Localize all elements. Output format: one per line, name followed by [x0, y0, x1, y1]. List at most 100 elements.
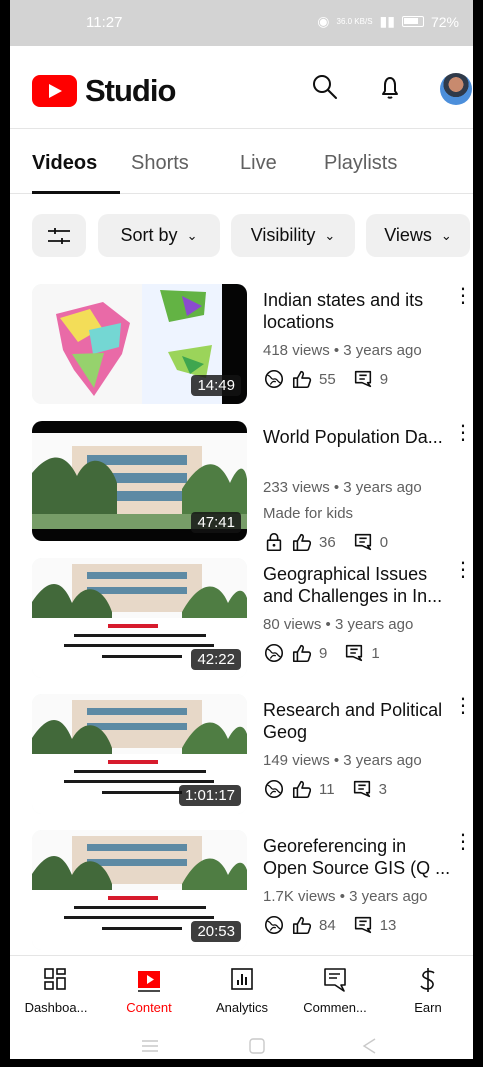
chevron-down-icon: ⌄ [440, 227, 452, 243]
like-count: 55 [319, 370, 336, 388]
analytics-icon [231, 968, 253, 990]
video-stats: 11 3 [263, 778, 387, 800]
visibility-chip[interactable]: Visibility ⌄ [231, 214, 355, 257]
video-meta: 418 views • 3 years ago [263, 342, 422, 359]
active-tab-indicator [32, 191, 120, 194]
video-duration: 1:01:17 [178, 785, 241, 806]
nav-analytics[interactable]: Analytics [196, 966, 288, 1015]
thumbs-up-icon [292, 644, 312, 663]
video-title[interactable]: Research and Political Geog [263, 699, 451, 743]
nav-content-label: Content [126, 1000, 172, 1015]
tab-shorts[interactable]: Shorts [131, 152, 189, 175]
recent-apps-icon[interactable] [138, 1034, 162, 1058]
video-duration: 42:22 [191, 649, 241, 670]
dollar-icon [420, 968, 435, 992]
comment-count: 0 [379, 533, 389, 551]
comment-count: 13 [379, 916, 397, 934]
views-label: Views [384, 225, 432, 245]
home-icon[interactable] [245, 1034, 269, 1058]
video-stats: 55 9 [263, 368, 388, 390]
status-time: 11:27 [86, 14, 123, 31]
system-navigation-bar [10, 1022, 473, 1059]
comment-count: 3 [378, 780, 387, 798]
nav-earn[interactable]: Earn [382, 966, 473, 1015]
network-speed: 36.0 KB/S [336, 16, 373, 26]
sliders-icon [48, 227, 70, 244]
thumbs-up-icon [292, 780, 312, 799]
tab-videos[interactable]: Videos [32, 152, 97, 175]
chevron-down-icon: ⌄ [186, 227, 198, 243]
status-icons: ◉ 36.0 KB/S ▮▮ 72% [317, 13, 459, 30]
video-title[interactable]: Indian states and its locations [263, 289, 451, 333]
more-options-button[interactable]: ⋮ [453, 696, 473, 725]
studio-label: Studio [85, 73, 176, 108]
search-icon[interactable] [308, 70, 342, 104]
chevron-down-icon: ⌄ [324, 227, 336, 243]
comment-icon [346, 644, 363, 662]
video-title[interactable]: World Population Da... [263, 426, 451, 448]
signal-icon: ▮▮ [379, 13, 395, 29]
comment-icon [353, 780, 370, 798]
youtube-studio-logo[interactable]: Studio [32, 73, 176, 109]
filter-settings-button[interactable] [32, 214, 86, 257]
bell-icon[interactable] [373, 70, 407, 104]
video-thumbnail[interactable]: 1:01:17 [32, 694, 247, 814]
tab-playlists[interactable]: Playlists [324, 152, 397, 175]
more-options-button[interactable]: ⋮ [453, 832, 473, 861]
nav-comments[interactable]: Commen... [289, 966, 381, 1015]
dashboard-icon [44, 968, 66, 990]
video-stats: 9 1 [263, 642, 380, 664]
thumbs-up-icon [292, 533, 312, 552]
video-row[interactable]: 42:22 Geographical Issues and Challenges… [32, 558, 473, 680]
comment-icon [354, 533, 371, 551]
video-thumbnail[interactable]: 14:49 [32, 284, 247, 404]
nav-earn-label: Earn [414, 1000, 442, 1015]
video-row[interactable]: 20:53 Georeferencing in Open Source GIS … [32, 830, 473, 952]
video-row[interactable]: 14:49 Indian states and its locations 41… [32, 284, 473, 406]
video-thumbnail[interactable]: 47:41 [32, 421, 247, 541]
content-icon [138, 971, 160, 992]
more-options-button[interactable]: ⋮ [453, 286, 473, 315]
views-chip[interactable]: Views ⌄ [366, 214, 470, 257]
comment-count: 9 [379, 370, 389, 388]
alarm-icon: ◉ [317, 13, 330, 29]
lock-icon [266, 532, 282, 552]
video-row[interactable]: 47:41 World Population Da... 233 views •… [32, 421, 473, 552]
app-header: Studio [10, 46, 473, 128]
content-tabs: Videos Shorts Live Playlists [10, 128, 473, 194]
like-count: 11 [319, 780, 335, 798]
comment-icon [354, 916, 371, 934]
made-for-kids-label: Made for kids [263, 505, 354, 522]
thumbs-up-icon [292, 370, 312, 389]
sort-by-label: Sort by [120, 225, 178, 245]
video-meta: 149 views • 3 years ago [263, 752, 422, 769]
video-thumbnail[interactable]: 20:53 [32, 830, 247, 950]
video-row[interactable]: 1:01:17 Research and Political Geog 149 … [32, 694, 473, 816]
globe-icon [264, 643, 284, 663]
youtube-play-icon [32, 75, 77, 107]
nav-dashboard-label: Dashboa... [24, 1000, 88, 1015]
video-title[interactable]: Geographical Issues and Challenges in In… [263, 563, 451, 607]
nav-dashboard[interactable]: Dashboa... [10, 966, 102, 1015]
thumbs-up-icon [292, 916, 312, 935]
video-duration: 20:53 [191, 921, 241, 942]
more-options-button[interactable]: ⋮ [453, 423, 473, 452]
nav-comments-label: Commen... [303, 1000, 367, 1015]
video-meta: 80 views • 3 years ago [263, 616, 414, 633]
like-count: 36 [319, 533, 336, 551]
video-duration: 14:49 [191, 375, 241, 396]
battery-icon [401, 16, 424, 27]
video-thumbnail[interactable]: 42:22 [32, 558, 247, 678]
back-icon[interactable] [358, 1034, 382, 1058]
video-duration: 47:41 [191, 512, 241, 533]
tab-live[interactable]: Live [240, 152, 277, 175]
video-title[interactable]: Georeferencing in Open Source GIS (Q ... [263, 835, 451, 879]
filter-bar: Sort by ⌄ Visibility ⌄ Views ⌄ [32, 214, 473, 260]
comments-icon [324, 968, 346, 992]
nav-content[interactable]: Content [103, 966, 195, 1015]
globe-icon [264, 779, 284, 799]
more-options-button[interactable]: ⋮ [453, 560, 473, 589]
avatar[interactable] [440, 73, 472, 105]
sort-by-chip[interactable]: Sort by ⌄ [98, 214, 220, 257]
video-meta: 1.7K views • 3 years ago [263, 888, 428, 905]
